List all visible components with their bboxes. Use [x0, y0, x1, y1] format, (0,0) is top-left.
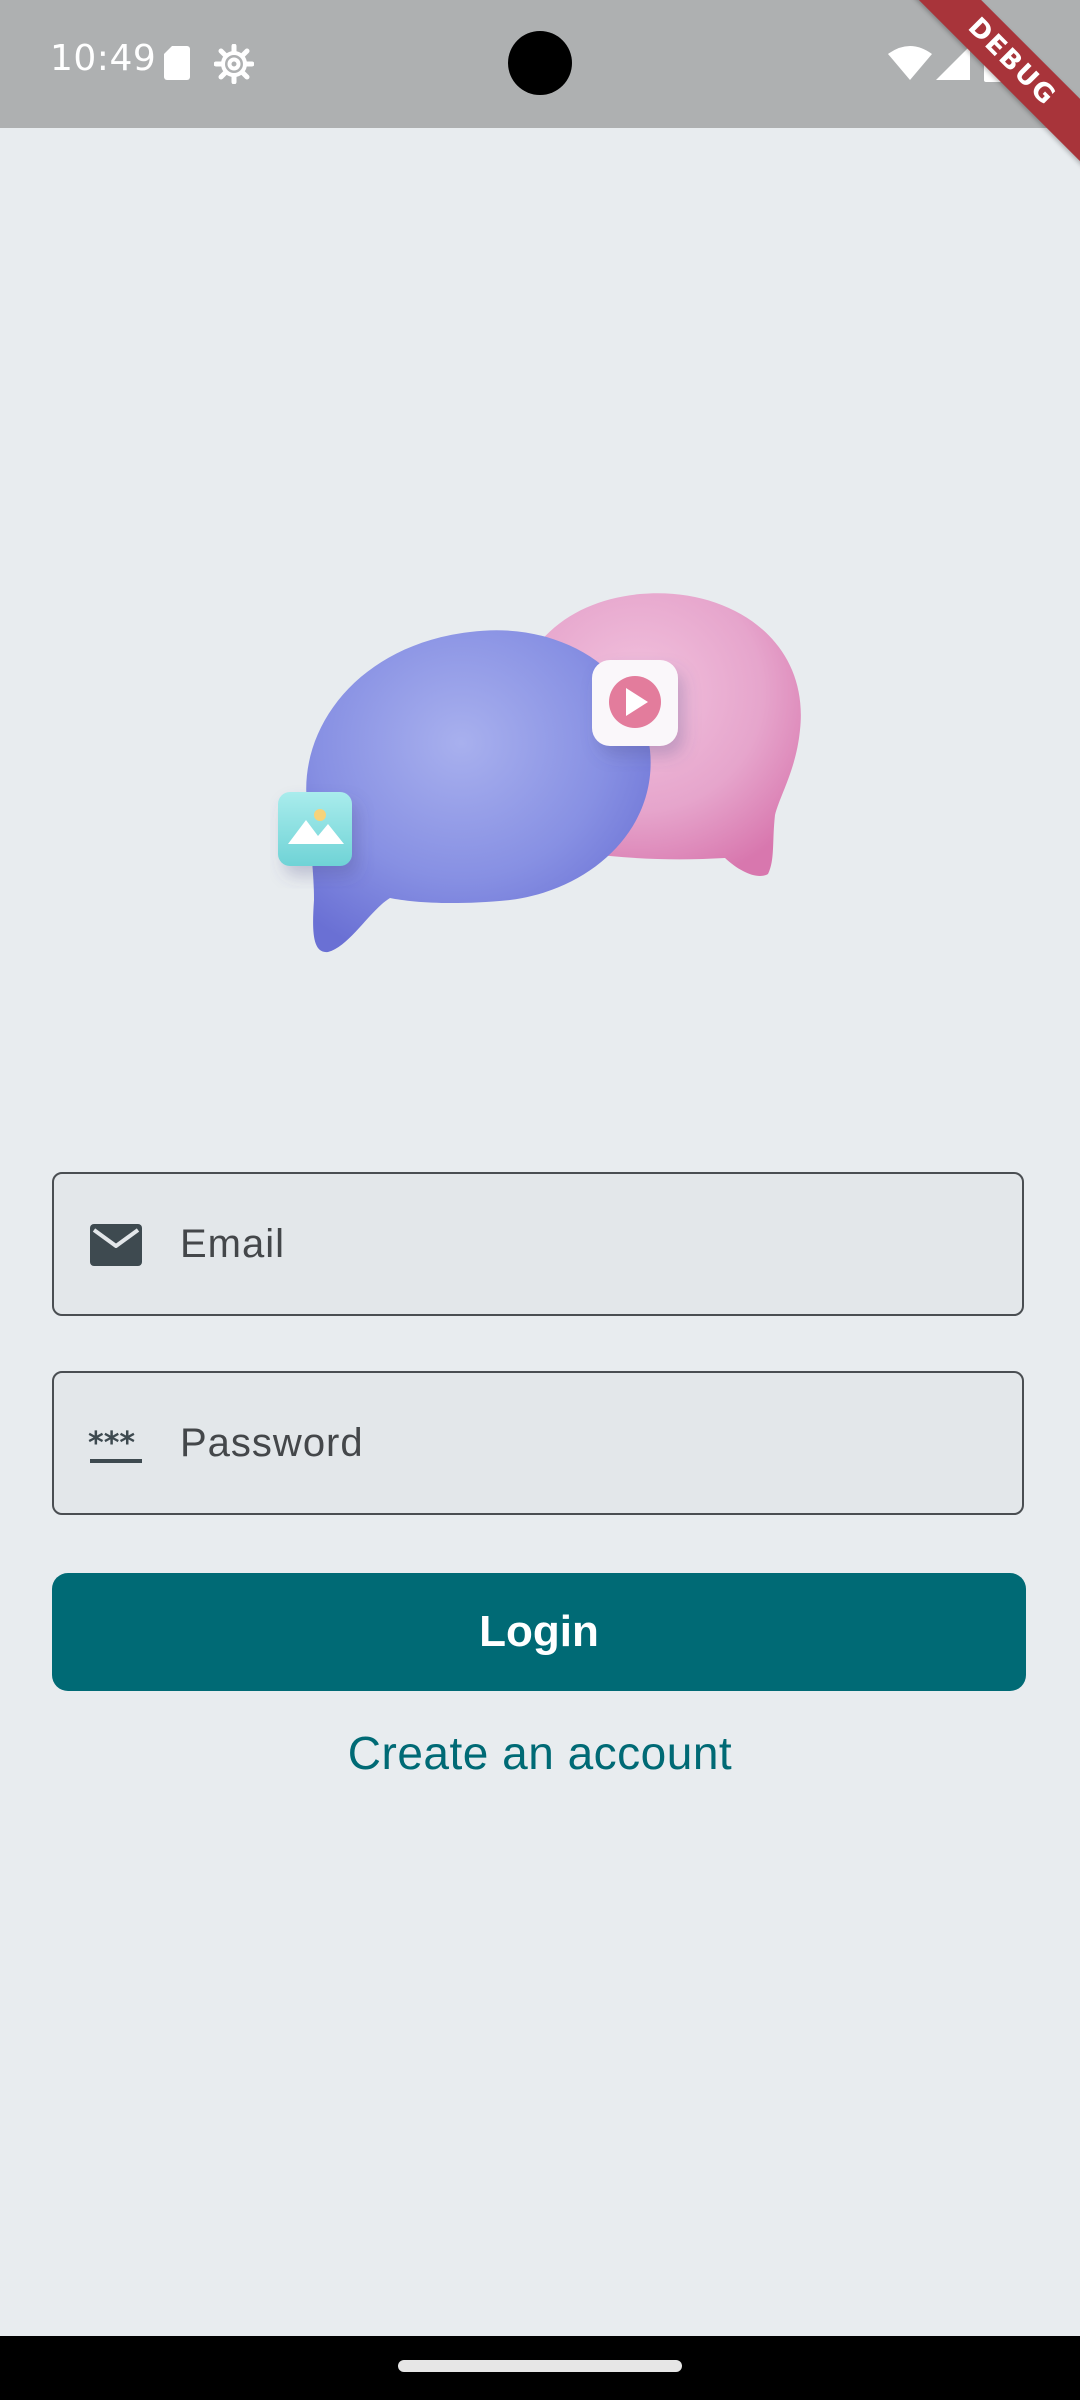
wifi-icon — [888, 46, 932, 80]
chat-bubbles-illustration — [278, 593, 801, 953]
signal-icon — [936, 46, 970, 80]
status-time: 10:49 — [50, 38, 157, 79]
create-account-link[interactable]: Create an account — [0, 1726, 1080, 1780]
home-indicator[interactable] — [398, 2360, 682, 2372]
image-icon — [278, 792, 352, 866]
password-input[interactable] — [180, 1373, 1000, 1513]
play-icon — [592, 660, 678, 746]
email-field-container — [52, 1172, 1024, 1316]
email-input[interactable] — [180, 1174, 1000, 1314]
mail-icon — [90, 1224, 142, 1266]
svg-text:***: *** — [88, 1426, 135, 1461]
navigation-bar — [0, 2336, 1080, 2400]
camera-cutout — [508, 31, 572, 95]
settings-icon — [214, 44, 254, 84]
password-field-container: *** — [52, 1371, 1024, 1515]
sd-card-icon — [164, 46, 190, 80]
password-icon: *** — [88, 1426, 142, 1463]
login-button[interactable]: Login — [52, 1573, 1026, 1691]
status-bar: 10:49 — [0, 0, 1080, 128]
